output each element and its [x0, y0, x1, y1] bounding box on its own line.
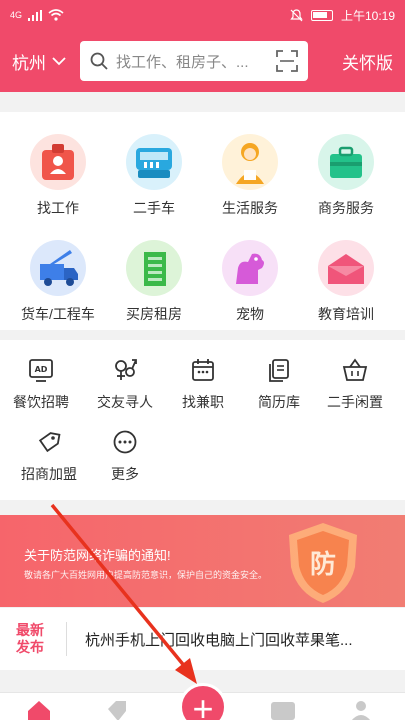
- home-icon[interactable]: [26, 699, 52, 720]
- shortcut-label: 简历库: [258, 394, 300, 410]
- category-business-service[interactable]: 商务服务: [296, 134, 396, 218]
- tag-tab-icon[interactable]: [104, 699, 130, 720]
- divider: [66, 622, 67, 656]
- category-label: 教育培训: [318, 306, 374, 322]
- top-header: 杭州 找工作、租房子、... 关怀版: [0, 30, 405, 92]
- category-label: 生活服务: [222, 200, 278, 216]
- category-job[interactable]: 找工作: [8, 134, 108, 218]
- category-truck[interactable]: 货车/工程车: [8, 240, 108, 324]
- business-service-icon: [318, 134, 374, 190]
- battery-icon: [310, 9, 333, 21]
- fraud-notice-banner[interactable]: 关于防范网络诈骗的通知! 敬请各广大百姓网用户提高防范意识，保护自己的资金安全。…: [0, 515, 405, 607]
- search-box[interactable]: 找工作、租房子、...: [80, 41, 308, 81]
- category-house[interactable]: 买房租房: [104, 240, 204, 324]
- category-life-service[interactable]: 生活服务: [200, 134, 300, 218]
- life-service-icon: [222, 134, 278, 190]
- shortcut-label: 找兼职: [182, 394, 224, 410]
- truck-icon: [30, 240, 86, 296]
- message-icon[interactable]: [270, 701, 296, 720]
- shortcut-label: 交友寻人: [97, 394, 153, 410]
- category-grid: 找工作 二手车 生活服务 商务服务 货车/工程车 买房租房 宠物 教育培训: [0, 112, 405, 330]
- category-label: 宠物: [236, 306, 264, 322]
- shortcut-label: 招商加盟: [21, 466, 77, 482]
- resume-icon: [265, 356, 293, 384]
- category-pet[interactable]: 宠物: [200, 240, 300, 324]
- tag-icon: [35, 428, 63, 456]
- search-icon: [90, 52, 108, 70]
- care-mode-button[interactable]: 关怀版: [342, 49, 393, 74]
- shortcut-resume[interactable]: 简历库: [238, 356, 320, 412]
- chevron-down-icon: [52, 56, 66, 65]
- job-icon: [30, 134, 86, 190]
- scan-icon[interactable]: [276, 50, 298, 72]
- basket-icon: [341, 356, 369, 384]
- profile-icon[interactable]: [350, 699, 372, 720]
- used-car-icon: [126, 134, 182, 190]
- house-icon: [126, 240, 182, 296]
- category-label: 货车/工程车: [21, 306, 95, 322]
- shortcut-catering-jobs[interactable]: AD 餐饮招聘: [0, 356, 82, 412]
- status-bar: 4G 上午10:19: [0, 0, 405, 30]
- education-icon: [318, 240, 374, 296]
- shortcut-label: 二手闲置: [327, 394, 383, 410]
- shortcut-second-hand[interactable]: 二手闲置: [314, 356, 396, 412]
- calendar-icon: [189, 356, 217, 384]
- category-label: 商务服务: [318, 200, 374, 216]
- wifi-icon: [48, 9, 64, 21]
- category-used-car[interactable]: 二手车: [104, 134, 204, 218]
- shortcut-label: 更多: [111, 466, 139, 482]
- category-label: 买房租房: [126, 306, 182, 322]
- latest-tag-line2: 发布: [16, 639, 44, 655]
- gender-icon: [111, 356, 139, 384]
- status-time: 上午10:19: [340, 8, 395, 23]
- shortcut-grid: AD 餐饮招聘 交友寻人 找兼职 简历库 二手闲置 招商加盟 更多: [0, 340, 405, 500]
- shortcut-label: 餐饮招聘: [13, 394, 69, 410]
- shortcut-dating[interactable]: 交友寻人: [84, 356, 166, 412]
- latest-tag-line1: 最新: [16, 622, 44, 638]
- city-selector[interactable]: 杭州: [12, 49, 66, 74]
- latest-tag: 最新 发布: [16, 622, 52, 656]
- shortcut-franchise[interactable]: 招商加盟: [8, 428, 90, 484]
- svg-text:AD: AD: [35, 365, 48, 374]
- shield-icon: 防: [289, 523, 357, 603]
- mute-icon: [290, 8, 303, 21]
- shortcut-part-time[interactable]: 找兼职: [162, 356, 244, 412]
- latest-news[interactable]: 最新 发布 杭州手机上门回收电脑上门回收苹果笔...: [0, 608, 405, 670]
- pet-icon: [222, 240, 278, 296]
- signal-label: 4G: [10, 10, 23, 20]
- category-label: 找工作: [37, 200, 79, 216]
- category-label: 二手车: [133, 200, 175, 216]
- news-headline[interactable]: 杭州手机上门回收电脑上门回收苹果笔...: [85, 629, 353, 650]
- search-placeholder: 找工作、租房子、...: [116, 53, 249, 71]
- city-label: 杭州: [12, 53, 46, 73]
- signal-icon: [28, 9, 43, 21]
- ad-icon: AD: [27, 356, 55, 384]
- category-education[interactable]: 教育培训: [296, 240, 396, 324]
- shield-badge-text: 防: [310, 550, 336, 580]
- shortcut-more[interactable]: 更多: [84, 428, 166, 484]
- more-icon: [111, 428, 139, 456]
- post-plus-button[interactable]: +: [179, 683, 227, 720]
